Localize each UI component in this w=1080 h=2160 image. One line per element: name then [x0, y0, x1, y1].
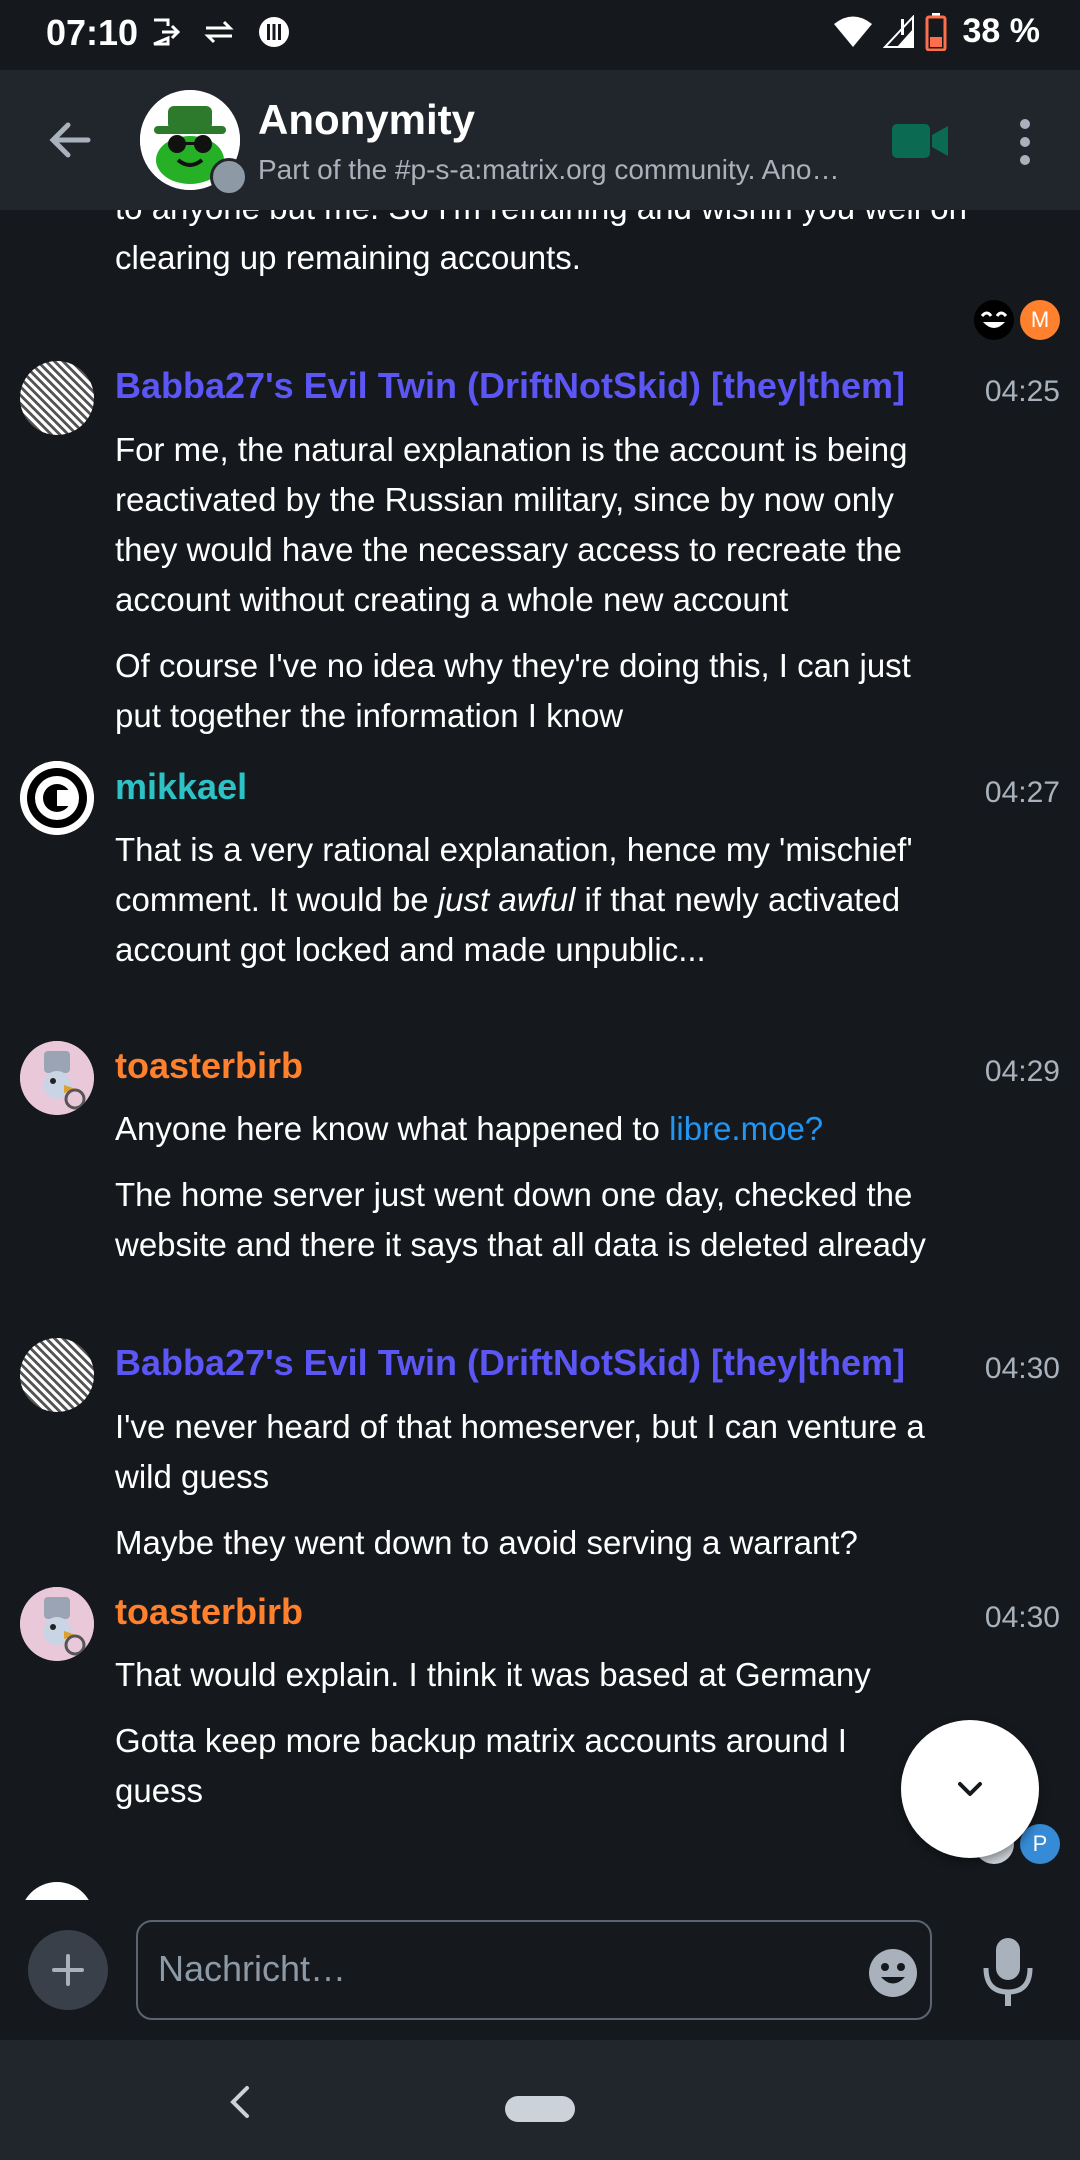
message-body[interactable]: For me, the natural explanation is the a…: [115, 425, 965, 625]
bird-avatar-icon: [20, 1041, 94, 1115]
status-icons-right: 38 %: [833, 12, 1041, 51]
read-receipt-avatar[interactable]: P: [1020, 1824, 1060, 1864]
add-icon: [52, 1954, 84, 1986]
status-icons-left: [150, 16, 290, 48]
room-title[interactable]: Anonymity: [258, 96, 475, 144]
message-timestamp: 04:30: [984, 1601, 1060, 1634]
user-avatar[interactable]: [20, 761, 94, 835]
back-arrow-icon[interactable]: [40, 110, 100, 170]
battery-percentage: 38 %: [962, 12, 1041, 50]
emoji-icon[interactable]: [868, 1948, 918, 1998]
message-body[interactable]: That would explain. I think it was based…: [115, 1650, 965, 1700]
message-timestamp: 04:29: [984, 1055, 1060, 1088]
message-body[interactable]: Maybe they went down to avoid serving a …: [115, 1518, 965, 1568]
video-call-icon[interactable]: [890, 120, 950, 162]
message-body[interactable]: Of course I've no idea why they're doing…: [115, 641, 965, 741]
read-receipt-avatar[interactable]: [974, 300, 1014, 340]
exit-icon: [153, 18, 180, 46]
message-body[interactable]: to anyone but me. So I'm refraining and …: [115, 210, 975, 283]
user-avatar[interactable]: [20, 361, 94, 435]
signal-icon: [882, 14, 914, 48]
message-body[interactable]: I've never heard of that homeserver, but…: [115, 1402, 965, 1502]
system-nav-bar: [0, 2040, 1080, 2160]
message-body[interactable]: The home server just went down one day, …: [115, 1170, 945, 1270]
sender-name[interactable]: toasterbirb: [115, 1591, 303, 1633]
message-input-placeholder: Nachricht…: [158, 1948, 347, 1989]
scroll-to-bottom-button[interactable]: [901, 1720, 1039, 1858]
battery-icon: [925, 12, 946, 51]
room-header: Anonymity Part of the #p-s-a:matrix.org …: [0, 70, 1080, 210]
public-room-badge-icon: [210, 158, 248, 196]
sender-name-text: Babba27's Evil Twin (DriftNotSkid) [they…: [115, 365, 906, 406]
message-link[interactable]: libre.moe?: [669, 1110, 823, 1147]
room-topic[interactable]: Part of the #p-s-a:matrix.org community.…: [258, 154, 848, 186]
add-attachment-button[interactable]: [28, 1930, 108, 2010]
wifi-icon: [833, 16, 872, 47]
home-pill-icon[interactable]: [505, 2096, 575, 2122]
smiley-avatar-icon: [975, 301, 1013, 339]
bird-avatar-icon: [20, 1587, 94, 1661]
nav-back-icon[interactable]: [225, 2082, 255, 2122]
more-vert-icon[interactable]: [1010, 116, 1040, 168]
message-timestamp: 04:25: [984, 375, 1060, 408]
user-avatar[interactable]: [20, 1882, 94, 1900]
message-timestamp: 04:30: [984, 1352, 1060, 1385]
message-timestamp: 04:27: [984, 776, 1060, 809]
status-time: 07:10: [46, 12, 139, 53]
user-avatar[interactable]: [20, 1587, 94, 1661]
message-emphasis: just awful: [437, 881, 576, 918]
message-text: Anyone here know what happened to: [115, 1110, 670, 1147]
sender-name[interactable]: mikkael: [115, 766, 247, 808]
sender-name[interactable]: Babba27's Evil Twin (DriftNotSkid) [they…: [115, 1342, 935, 1384]
copyleft-avatar-icon: [20, 761, 94, 835]
message-composer: Nachricht…: [0, 1900, 1080, 2040]
user-avatar[interactable]: [20, 1338, 94, 1412]
message-timeline[interactable]: to anyone but me. So I'm refraining and …: [0, 210, 1080, 1900]
sender-name[interactable]: Babba27's Evil Twin (DriftNotSkid) [they…: [115, 365, 935, 407]
microphone-icon[interactable]: [980, 1936, 1036, 2008]
sync-icon: [204, 20, 234, 44]
message-body[interactable]: Anyone here know what happened to libre.…: [115, 1104, 965, 1154]
status-bar: 07:10 38 %: [0, 0, 1080, 70]
message-body[interactable]: Gotta keep more backup matrix accounts a…: [115, 1716, 895, 1816]
chevron-down-icon: [958, 1782, 982, 1796]
sender-name[interactable]: toasterbirb: [115, 1045, 303, 1087]
grid-icon: [259, 17, 289, 47]
message-input[interactable]: Nachricht…: [136, 1920, 932, 2020]
read-receipt-avatar[interactable]: M: [1020, 300, 1060, 340]
message-body[interactable]: That is a very rational explanation, hen…: [115, 825, 935, 975]
user-avatar[interactable]: [20, 1041, 94, 1115]
